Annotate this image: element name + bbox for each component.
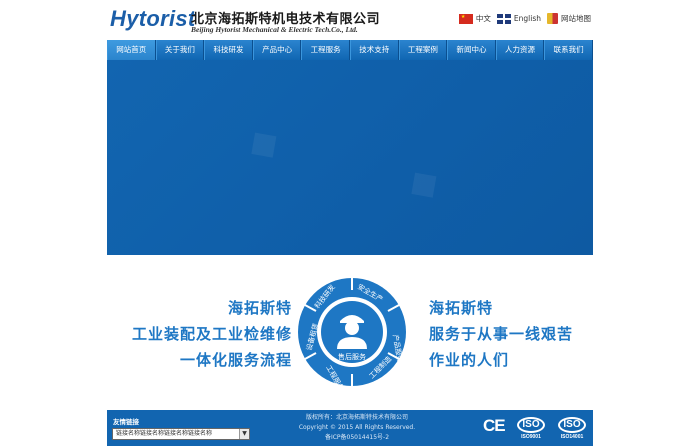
left-slogan-3: 一体化服务流程 <box>179 351 292 369</box>
copyright-line-1: 版权所有：北京海拓斯特技术有限公司 <box>305 414 408 421</box>
left-slogan-2: 工业装配及工业检维修 <box>131 325 292 343</box>
service-section: 海拓斯特 工业装配及工业检维修 一体化服务流程 海拓斯特 服务于从事一线艰苦 作… <box>107 255 593 410</box>
site-footer: 友情链接 链接名称链接名称链接名称链接名称 ▼ 版权所有：北京海拓斯特技术有限公… <box>107 410 593 446</box>
sitemap-icon[interactable] <box>547 13 558 24</box>
nav-item-contact[interactable]: 联系我们 <box>544 40 593 60</box>
iso14001-sub: ISO14001 <box>560 434 584 440</box>
service-ring: 科技研发 安全生产 产品服务 工程服务 设备租赁 工程制造 售后服务 <box>298 278 406 392</box>
nav-item-engineering[interactable]: 工程服务 <box>301 40 350 60</box>
icp-line[interactable]: 备ICP备05014415号-2 <box>287 433 427 443</box>
friend-links-select[interactable]: 链接名称链接名称链接名称链接名称 ▼ <box>112 428 250 440</box>
company-name-en: Beijing Hytorist Mechanical & Electric T… <box>191 25 358 34</box>
hero-banner[interactable]: ◆ ◆ <box>107 60 593 255</box>
nav-item-products[interactable]: 产品中心 <box>252 40 302 60</box>
nav-item-research[interactable]: 科技研发 <box>204 40 253 60</box>
right-slogan-3: 作业的人们 <box>429 351 510 369</box>
center-label: 售后服务 <box>338 352 366 361</box>
uk-flag-icon[interactable] <box>496 13 511 24</box>
iso14001-label: ISO <box>558 417 586 433</box>
watermark-shape: ◆ <box>237 116 288 170</box>
iso14001-icon: ISO ISO14001 <box>556 414 588 440</box>
iso9001-label: ISO <box>517 417 545 433</box>
sitemap-link[interactable]: 网站地图 <box>561 13 591 24</box>
iso9001-sub: ISO9001 <box>521 434 541 440</box>
nav-item-hr[interactable]: 人力资源 <box>495 40 545 60</box>
iso9001-icon: ISO ISO9001 <box>515 414 547 440</box>
copyright-line-2: Copyright © 2015 All Rights Reserved. <box>298 424 416 431</box>
lang-chinese-link[interactable]: 中文 <box>476 13 491 24</box>
nav-item-cases[interactable]: 工程案例 <box>398 40 448 60</box>
nav-item-support[interactable]: 技术支持 <box>349 40 399 60</box>
left-slogan-1: 海拓斯特 <box>227 299 292 317</box>
top-links: 中文 English 网站地图 <box>458 13 594 24</box>
friend-links-title: 友情链接 <box>113 418 139 426</box>
nav-item-news[interactable]: 新闻中心 <box>447 40 496 60</box>
right-slogan-1: 海拓斯特 <box>429 299 494 317</box>
friend-links-select-value: 链接名称链接名称链接名称链接名称 <box>116 430 213 437</box>
chevron-down-icon[interactable]: ▼ <box>239 429 249 439</box>
china-flag-icon[interactable] <box>458 13 473 24</box>
ce-mark-icon: CE <box>483 416 506 435</box>
main-nav: 网站首页 关于我们 科技研发 产品中心 工程服务 技术支持 工程案例 新闻中心 … <box>107 40 593 60</box>
logo-wordmark[interactable]: Hytorist <box>110 6 196 32</box>
nav-item-about[interactable]: 关于我们 <box>155 40 205 60</box>
site-header: Hytorist 北京海拓斯特机电技术有限公司 Beijing Hytorist… <box>0 0 700 40</box>
lang-english-link[interactable]: English <box>514 14 541 23</box>
copyright-block: 版权所有：北京海拓斯特技术有限公司 Copyright © 2015 All R… <box>287 413 427 443</box>
right-slogan-2: 服务于从事一线艰苦 <box>429 325 574 343</box>
nav-item-home[interactable]: 网站首页 <box>107 40 156 60</box>
watermark-shape: ◆ <box>397 156 448 210</box>
